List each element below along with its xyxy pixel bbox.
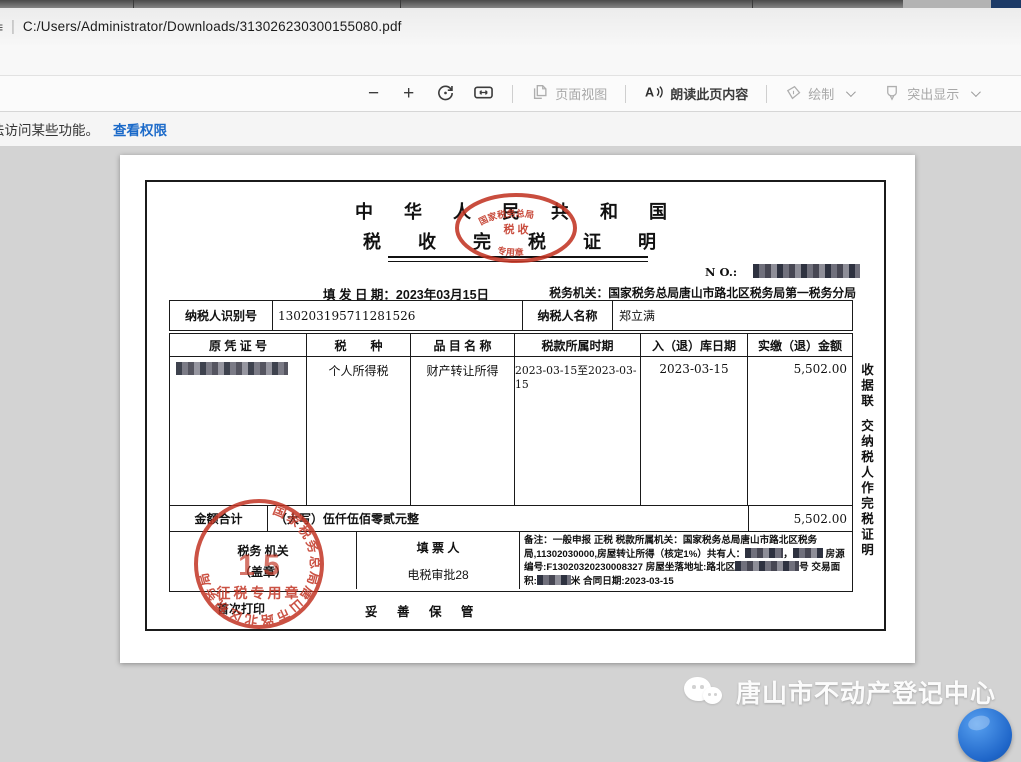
taxpayer-row: 纳税人识别号 130203195711281526 纳税人名称 郑立满	[169, 300, 853, 331]
remark-cell: 备注：一般申报 正税 税款所属机关：国家税务总局唐山市路北区税务局,113020…	[520, 532, 852, 589]
wechat-icon	[684, 675, 726, 709]
address-bar[interactable]: ≡ | C:/Users/Administrator/Downloads/313…	[0, 8, 1021, 45]
fit-to-width-icon	[473, 83, 494, 105]
redacted-co-owner	[745, 548, 783, 558]
svg-text:A: A	[645, 86, 654, 100]
divider: |	[11, 18, 15, 35]
filler-cell: 填 票 人 电税审批28	[357, 532, 520, 589]
filler-value: 电税审批28	[407, 566, 468, 583]
round-tax-seal: 国家税务总局唐山市路北区税务局 1 5 征税专用章	[190, 495, 328, 633]
tax-period-cell: 2023-03-15至2023-03-15	[515, 357, 641, 505]
table-data-row: 个人所得税 财产转让所得 2023-03-15至2023-03-15 2023-…	[170, 357, 852, 506]
window-top-edge	[0, 0, 903, 8]
pdf-toolbar: − + 页面视图 A 朗读此页内容 绘制 突出	[0, 76, 1021, 112]
keep-safe-label: 妥 善 保 管	[365, 601, 481, 620]
table-header-row: 原 凭 证 号 税 种 品 目 名 称 税款所属时期 入（退）库日期 实缴（退）…	[170, 334, 852, 357]
taxpayer-proof-label: 交纳税人作完税证明	[857, 419, 876, 559]
col-header: 实缴（退）金额	[748, 334, 852, 356]
col-header: 入（退）库日期	[641, 334, 748, 356]
svg-text:税 收: 税 收	[503, 222, 528, 236]
taxpayer-id-label: 纳税人识别号	[170, 301, 273, 330]
col-header: 品 目 名 称	[411, 334, 515, 356]
receipt-copy-label: 收据联	[857, 363, 876, 410]
redacted-certificate-number	[753, 264, 860, 278]
redacted-address	[735, 561, 799, 571]
toolbar-gap	[0, 45, 1021, 76]
redacted-area	[537, 575, 571, 585]
window-top-edge-light	[903, 0, 991, 8]
minus-icon: −	[368, 84, 379, 103]
remark-text: 备注：一般申报 正税 税款所属机关：国家税务总局唐山市路北区税务局,113020…	[524, 535, 848, 588]
svg-text:专用章: 专用章	[496, 244, 523, 257]
watermark: 唐山市不动产登记中心	[684, 674, 996, 710]
zoom-out-button[interactable]: −	[360, 80, 387, 107]
divider	[766, 85, 767, 103]
page-view-label: 页面视图	[555, 84, 607, 103]
chevron-down-icon[interactable]	[846, 87, 856, 97]
tab-separator	[133, 0, 134, 8]
read-aloud-icon: A	[644, 83, 664, 104]
notice-text: 法访问某些功能。	[0, 119, 99, 139]
floating-button[interactable]	[958, 708, 1012, 762]
read-aloud-button[interactable]: A 朗读此页内容	[636, 79, 756, 108]
menu-icon[interactable]: ≡	[0, 19, 9, 35]
col-header: 税款所属时期	[515, 334, 641, 356]
taxpayer-name-value: 郑立满	[613, 301, 852, 330]
storage-date-cell: 2023-03-15	[641, 357, 748, 505]
svg-text:1 5: 1 5	[238, 549, 280, 582]
pdf-page: 中 华 人 民 共 和 国 税 收 完 税 证 明 国家税务总局 税 收 专用章…	[120, 155, 915, 663]
voucher-number-cell	[170, 357, 307, 505]
highlight-label: 突出显示	[907, 84, 959, 103]
plus-icon: +	[403, 84, 414, 103]
tab-separator	[752, 0, 753, 8]
col-header: 税 种	[307, 334, 411, 356]
total-in-words: （大写）伍仟伍佰零贰元整	[268, 506, 749, 531]
view-permissions-link[interactable]: 查看权限	[113, 119, 167, 139]
svg-text:征税专用章: 征税专用章	[217, 585, 302, 601]
redacted-co-owner	[793, 548, 823, 558]
watermark-text: 唐山市不动产登记中心	[736, 674, 996, 710]
draw-label: 绘制	[808, 84, 834, 103]
item-name-cell: 财产转让所得	[411, 357, 515, 505]
highlight-button[interactable]: 突出显示	[875, 80, 986, 108]
rotate-button[interactable]	[428, 79, 463, 109]
page-view-button[interactable]: 页面视图	[523, 79, 615, 108]
taxpayer-id-value: 130203195711281526	[273, 301, 523, 330]
divider	[512, 85, 513, 103]
col-header: 原 凭 证 号	[170, 334, 307, 356]
address-path[interactable]: C:/Users/Administrator/Downloads/3130262…	[23, 19, 402, 34]
rotate-icon	[436, 83, 455, 105]
certificate-number-label: N O.:	[705, 265, 737, 279]
redacted-voucher-number	[176, 362, 288, 375]
zoom-in-button[interactable]: +	[395, 80, 422, 107]
taxpayer-name-label: 纳税人名称	[523, 301, 613, 330]
pen-icon	[785, 84, 802, 104]
permission-notice-bar: 法访问某些功能。 查看权限	[0, 112, 1021, 147]
chevron-down-icon[interactable]	[971, 87, 981, 97]
read-aloud-label: 朗读此页内容	[670, 84, 748, 103]
total-amount: 5,502.00	[749, 506, 852, 531]
tax-type-cell: 个人所得税	[307, 357, 411, 505]
pdf-viewport[interactable]: 中 华 人 民 共 和 国 税 收 完 税 证 明 国家税务总局 税 收 专用章…	[0, 147, 1021, 737]
amount-cell: 5,502.00	[748, 357, 852, 505]
highlighter-icon	[883, 84, 901, 104]
tax-authority: 税务机关：国家税务总局唐山市路北区税务局第一税务分局	[510, 284, 856, 301]
divider	[625, 85, 626, 103]
oval-tax-seal: 国家税务总局 税 收 专用章	[453, 191, 579, 265]
fit-width-button[interactable]	[465, 79, 502, 109]
filler-label: 填 票 人	[417, 539, 460, 556]
draw-button[interactable]: 绘制	[777, 80, 861, 108]
tab-separator	[400, 0, 401, 8]
page-view-icon	[531, 83, 549, 104]
